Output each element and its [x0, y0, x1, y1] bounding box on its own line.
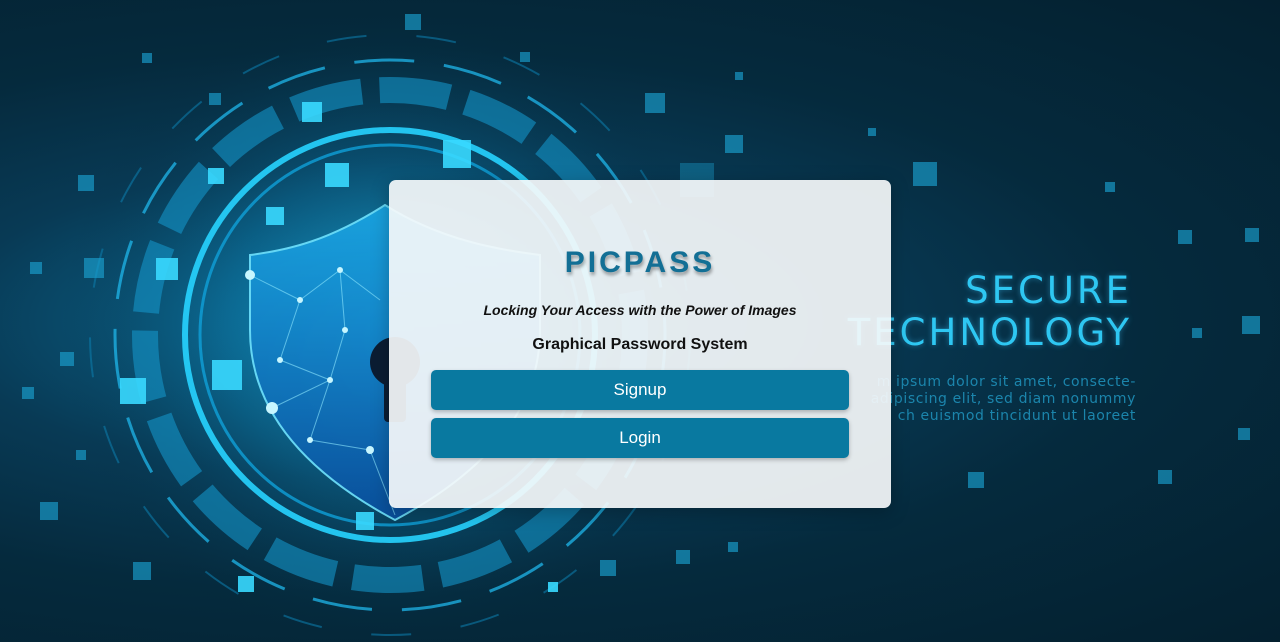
subtitle: Graphical Password System: [532, 336, 748, 353]
tagline: Locking Your Access with the Power of Im…: [483, 302, 797, 318]
app-logo: PICPASS: [564, 246, 716, 279]
signup-button[interactable]: Signup: [431, 370, 849, 410]
login-button[interactable]: Login: [431, 418, 849, 458]
login-card: PICPASS Locking Your Access with the Pow…: [389, 180, 891, 508]
login-page: SECURE TECHNOLOGY m ipsum dolor sit amet…: [0, 0, 1280, 642]
